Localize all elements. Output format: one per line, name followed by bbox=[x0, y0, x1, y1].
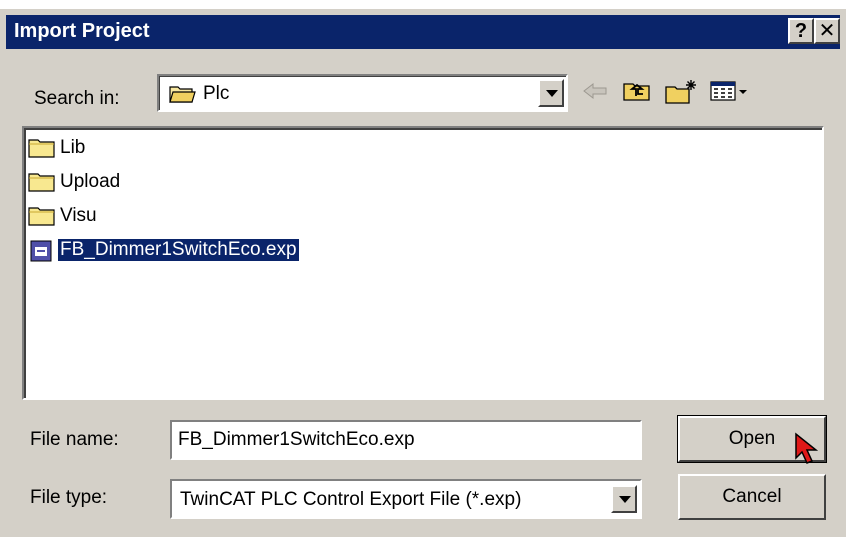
chevron-down-icon bbox=[619, 496, 631, 503]
folder-icon bbox=[28, 137, 56, 164]
close-button[interactable]: ✕ bbox=[814, 18, 840, 44]
file-list[interactable]: Lib Upload Visu FB_Dimmer1SwitchEco.exp bbox=[22, 126, 824, 400]
search-in-dropdown-button[interactable] bbox=[538, 79, 564, 107]
chevron-down-icon bbox=[546, 90, 558, 97]
file-type-value: TwinCAT PLC Control Export File (*.exp) bbox=[180, 489, 522, 510]
file-name: Visu bbox=[60, 205, 97, 226]
open-folder-icon bbox=[169, 84, 197, 109]
search-in-combo[interactable]: Plc bbox=[157, 74, 568, 112]
search-in-label: Search in: bbox=[34, 88, 120, 109]
file-type-dropdown-button[interactable] bbox=[611, 485, 637, 513]
exp-file-icon bbox=[28, 239, 54, 268]
folder-icon bbox=[28, 171, 56, 198]
file-name: Lib bbox=[60, 137, 86, 158]
window-title: Import Project bbox=[14, 20, 150, 42]
back-arrow-icon[interactable] bbox=[582, 79, 610, 108]
view-menu-icon[interactable] bbox=[710, 79, 748, 108]
title-bar[interactable]: Import Project ? ✕ bbox=[6, 15, 840, 49]
cancel-button[interactable]: Cancel bbox=[678, 474, 826, 520]
file-type-select[interactable]: TwinCAT PLC Control Export File (*.exp) bbox=[170, 479, 642, 519]
search-in-value: Plc bbox=[203, 83, 230, 104]
help-button[interactable]: ? bbox=[788, 18, 814, 44]
up-one-level-icon[interactable] bbox=[622, 79, 652, 108]
folder-icon bbox=[28, 205, 56, 232]
new-folder-icon[interactable] bbox=[664, 79, 698, 110]
file-name-input[interactable] bbox=[170, 420, 642, 460]
file-type-label: File type: bbox=[30, 487, 108, 508]
file-name-label: File name: bbox=[30, 429, 119, 450]
file-name: FB_Dimmer1SwitchEco.exp bbox=[58, 239, 299, 261]
file-name: Upload bbox=[60, 171, 121, 192]
mouse-cursor-icon bbox=[794, 432, 824, 473]
